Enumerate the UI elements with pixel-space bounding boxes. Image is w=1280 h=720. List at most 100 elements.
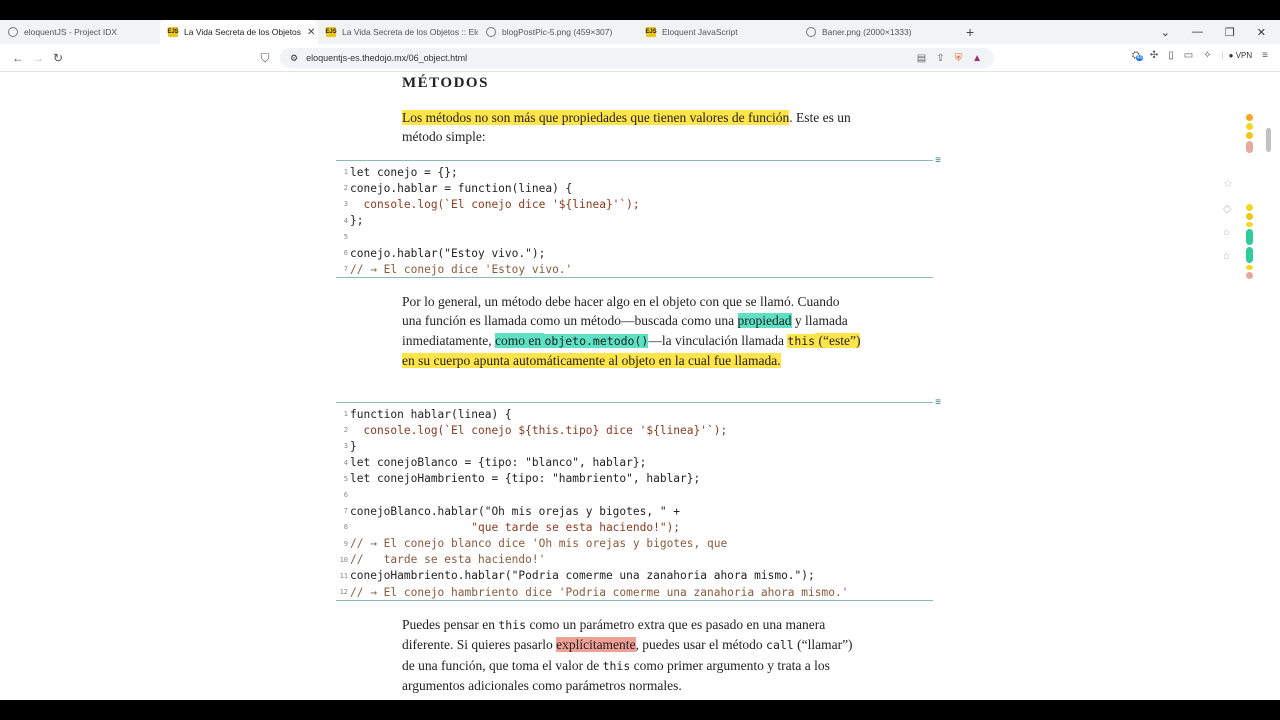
code-text: conejo.hablar = function(linea) {	[350, 181, 573, 195]
annotation-markers[interactable]	[1242, 114, 1256, 155]
chevron-down-icon[interactable]: ⌄	[1161, 26, 1170, 39]
page-content: MÉTODOS Los métodos no son más que propi…	[0, 72, 1280, 700]
code-text: conejoBlanco.hablar("Oh mis orejas y big…	[350, 504, 681, 518]
reader-mode-icon[interactable]: ▤	[917, 53, 926, 64]
line-number: 8	[343, 523, 348, 532]
marker-dot[interactable]	[1245, 132, 1253, 139]
marker-dot[interactable]	[1245, 247, 1253, 263]
code-line: 2 console.log(`El conejo ${this.tipo} di…	[336, 422, 933, 438]
line-number: 3	[343, 200, 348, 209]
close-window-button[interactable]: ✕	[1257, 26, 1266, 39]
code-line: 10// tarde se esta haciendo!'	[336, 552, 933, 568]
globe-icon	[8, 27, 18, 37]
line-number: 2	[343, 426, 348, 435]
tab-eloquent-js[interactable]: EJS Eloquent JavaScript	[638, 20, 798, 44]
reload-button[interactable]: ↻	[48, 51, 68, 65]
marker-dot[interactable]	[1245, 204, 1253, 211]
vpn-label: VPN	[1235, 51, 1253, 60]
maximize-button[interactable]: ❐	[1225, 26, 1235, 39]
line-number: 5	[343, 474, 348, 483]
code-menu-icon[interactable]: ≡	[935, 155, 941, 166]
tab-label: blogPostPic-5.png (459×307)	[502, 27, 613, 37]
code-line: 12// → El conejo hambriento dice 'Podria…	[336, 584, 933, 600]
line-number: 7	[343, 507, 348, 516]
marker-dot[interactable]	[1245, 213, 1253, 220]
code-line: 9// → El conejo blanco dice 'Oh mis orej…	[336, 536, 933, 552]
wallet-icon[interactable]: ▭	[1184, 50, 1193, 61]
brave-shield-icon[interactable]: ⛨	[955, 53, 963, 64]
new-tab-button[interactable]: +	[958, 24, 982, 40]
tab-project-idx[interactable]: eloquentJS - Project IDX	[0, 20, 160, 44]
forward-button[interactable]: →	[28, 51, 48, 65]
tag-icon[interactable]: ◇	[1223, 202, 1231, 215]
text: Puedes pensar en	[402, 617, 499, 632]
line-number: 6	[343, 491, 348, 500]
tab-strip: eloquentJS - Project IDX EJS La Vida Sec…	[0, 20, 1280, 44]
code-text: // tarde se esta haciendo!'	[350, 553, 546, 567]
inline-code: this	[602, 658, 631, 673]
line-number: 3	[343, 442, 348, 451]
code-text: // → El conejo hambriento dice 'Podria c…	[350, 585, 849, 599]
highlight: explícitamente	[556, 637, 636, 653]
paragraph-methods-intro: Los métodos no son más que propiedades q…	[402, 108, 862, 147]
code-line: 5	[336, 229, 933, 245]
site-info-icon[interactable]: ⚙	[290, 53, 298, 64]
star-icon[interactable]: ☆	[1223, 177, 1233, 190]
inline-code: objeto.metodo()	[544, 333, 649, 348]
minimize-button[interactable]: —	[1192, 26, 1203, 39]
marker-dot[interactable]	[1245, 141, 1253, 153]
leo-icon[interactable]: ✧	[1203, 50, 1211, 61]
annotation-markers-lower[interactable]	[1242, 204, 1256, 281]
url-field[interactable]: ⚙ eloquentjs-es.thedojo.mx/06_object.htm…	[280, 48, 994, 68]
code-line: 6 conejo.hablar("Estoy vivo.");	[336, 245, 933, 261]
code-menu-icon[interactable]: ≡	[935, 397, 941, 408]
sidebar-icon[interactable]: ▯	[1168, 50, 1174, 61]
inline-code: this	[498, 618, 527, 632]
code-text: "que tarde se esta haciendo!");	[350, 520, 681, 534]
code-line: 1 function hablar(linea) {	[336, 406, 933, 422]
code-block-2[interactable]: ≡ 1 function hablar(linea) { 2 console.lo…	[336, 397, 941, 602]
bookmark-icon[interactable]: ⛉	[255, 51, 275, 66]
tab-label: La Vida Secreta de los Objetos :: Elo	[342, 27, 478, 37]
highlight: propiedad	[737, 313, 792, 329]
marker-dot[interactable]	[1245, 114, 1253, 121]
menu-icon[interactable]: ≡	[1262, 50, 1268, 61]
marker-dot[interactable]	[1245, 272, 1253, 279]
extension-icon[interactable]: ⛭46	[1132, 50, 1144, 61]
marker-dot[interactable]	[1245, 123, 1253, 130]
home-icon[interactable]: ⌂	[1223, 250, 1230, 262]
tab-baner[interactable]: Baner.png (2000×1333)	[798, 20, 958, 44]
code-line: 7// → El conejo dice 'Estoy vivo.'	[336, 261, 933, 277]
puzzle-icon[interactable]: ✣	[1150, 50, 1158, 61]
tab-vida-secreta[interactable]: EJS La Vida Secreta de los Objetos :: El…	[318, 20, 478, 44]
code-line: 8 "que tarde se esta haciendo!");	[336, 519, 933, 535]
code-line: 2 conejo.hablar = function(linea) {	[336, 180, 933, 196]
code-line: 6	[336, 487, 933, 503]
code-line: 11 conejoHambriento.hablar("Podria comerm…	[336, 568, 933, 584]
line-number: 4	[343, 216, 348, 225]
code-block-1[interactable]: ≡ 1 let conejo = {}; 2 conejo.hablar = fun…	[336, 155, 941, 279]
code-line: 7 conejoBlanco.hablar("Oh mis orejas y bi…	[336, 503, 933, 519]
vpn-button[interactable]: ● VPN	[1221, 51, 1253, 60]
ejs-icon: EJS	[325, 27, 337, 37]
code-line: 1 let conejo = {};	[336, 164, 933, 180]
address-bar: ← → ↻ ⛉ ⚙ eloquentjs-es.thedojo.mx/06_ob…	[0, 44, 1280, 72]
close-icon[interactable]: ✕	[307, 27, 315, 38]
back-button[interactable]: ←	[8, 51, 28, 65]
highlight: Los métodos no son más que propiedades q…	[402, 110, 790, 125]
marker-dot[interactable]	[1245, 222, 1253, 227]
rewards-icon[interactable]: ▲	[972, 53, 982, 64]
screen-top-border	[0, 0, 1280, 20]
comment-icon[interactable]: ○	[1223, 227, 1230, 239]
scrollbar-thumb[interactable]	[1266, 128, 1271, 152]
marker-dot[interactable]	[1245, 229, 1253, 245]
tab-vida-secreta-active[interactable]: EJS La Vida Secreta de los Objetos ✕	[160, 20, 318, 44]
line-number: 11	[339, 571, 348, 580]
tab-blog-pic[interactable]: blogPostPic-5.png (459×307)	[478, 20, 638, 44]
code-line: 5 let conejoHambriento = {tipo: "hambrien…	[336, 471, 933, 487]
share-icon[interactable]: ⇪	[936, 53, 944, 64]
code-text: console.log(`El conejo dice '${linea}'`)…	[350, 197, 640, 211]
marker-dot[interactable]	[1245, 265, 1253, 270]
globe-icon	[486, 27, 496, 37]
line-number: 12	[339, 588, 348, 597]
